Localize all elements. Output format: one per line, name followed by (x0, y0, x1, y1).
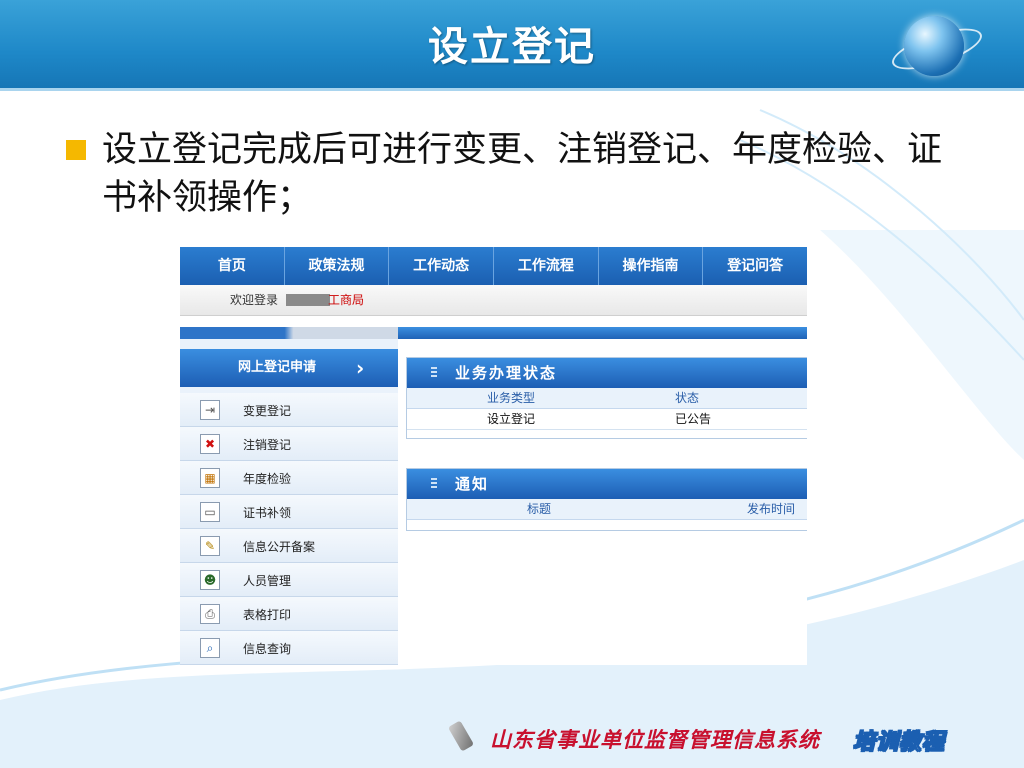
top-nav: 首页 政策法规 工作动态 工作流程 操作指南 登记问答 (180, 247, 807, 285)
sidebar-item-label: 表格打印 (243, 608, 292, 622)
sidebar: 网上登记申请 › ⇥ 变更登记 ✖ 注销登记 ▦ 年度检验 ▭ 证书补领 ✎ 信… (180, 327, 398, 665)
col-business-type: 业务类型 (487, 391, 536, 405)
table-row[interactable]: 设立登记 已公告 (407, 409, 807, 430)
sidebar-item-cancel[interactable]: ✖ 注销登记 (180, 427, 398, 461)
sidebar-item-query[interactable]: ⌕ 信息查询 (180, 631, 398, 665)
sidebar-item-label: 变更登记 (243, 404, 292, 418)
certificate-icon: ▭ (200, 502, 220, 522)
bullet-text: 设立登记完成后可进行变更、注销登记、年度检验、证书补领操作； (102, 130, 943, 218)
sidebar-item-change[interactable]: ⇥ 变更登记 (180, 393, 398, 427)
change-icon: ⇥ (200, 400, 220, 420)
welcome-org: 工商局 (328, 293, 365, 307)
grip-icon (431, 367, 437, 379)
sidebar-header[interactable]: 网上登记申请 › (180, 349, 398, 387)
notice-panel-header: 通知 (407, 469, 807, 499)
calendar-person-icon: ▦ (200, 468, 220, 488)
redacted-name (286, 294, 330, 306)
search-icon: ⌕ (200, 638, 220, 658)
col-title: 标题 (527, 502, 552, 516)
chevron-right-icon: › (356, 356, 365, 380)
welcome-bar: 欢迎登录 工商局 (180, 285, 807, 316)
nav-guide[interactable]: 操作指南 (599, 247, 704, 285)
sidebar-item-label: 信息查询 (243, 642, 292, 656)
grip-icon (431, 478, 437, 490)
status-panel-header: 业务办理状态 (407, 358, 807, 388)
status-panel-title: 业务办理状态 (455, 364, 558, 382)
welcome-label: 欢迎登录 (230, 293, 279, 307)
footer-system-name: 山东省事业单位监督管理信息系统 (490, 728, 820, 752)
col-publish-time: 发布时间 (747, 502, 796, 516)
sidebar-item-label: 人员管理 (243, 574, 292, 588)
title-bar: 设立登记 (0, 0, 1024, 91)
sidebar-item-label: 信息公开备案 (243, 540, 316, 554)
nav-faq[interactable]: 登记问答 (703, 247, 807, 285)
table-header: 标题 发布时间 (407, 499, 807, 520)
slide-title: 设立登记 (428, 24, 596, 70)
table-header: 业务类型 状态 (407, 388, 807, 409)
nav-home[interactable]: 首页 (180, 247, 285, 285)
sidebar-item-label: 证书补领 (243, 506, 292, 520)
nav-policies[interactable]: 政策法规 (285, 247, 390, 285)
users-icon: ☻ (200, 570, 220, 590)
sidebar-item-label: 年度检验 (243, 472, 292, 486)
sidebar-item-certificate[interactable]: ▭ 证书补领 (180, 495, 398, 529)
nav-news[interactable]: 工作动态 (389, 247, 495, 285)
footer-badge: 培训教程 (852, 730, 946, 756)
cell-business-type: 设立登记 (487, 412, 536, 426)
app-screenshot: 首页 政策法规 工作动态 工作流程 操作指南 登记问答 欢迎登录 工商局 网上登… (180, 247, 807, 665)
status-panel: 业务办理状态 业务类型 状态 设立登记 已公告 (406, 357, 807, 439)
col-status: 状态 (675, 391, 700, 405)
sidebar-item-disclosure[interactable]: ✎ 信息公开备案 (180, 529, 398, 563)
sidebar-item-label: 注销登记 (243, 438, 292, 452)
globe-icon (904, 16, 964, 76)
sidebar-item-print[interactable]: ⎙ 表格打印 (180, 597, 398, 631)
sidebar-item-personnel[interactable]: ☻ 人员管理 (180, 563, 398, 597)
cell-status: 已公告 (675, 412, 712, 426)
sidebar-item-annual-inspection[interactable]: ▦ 年度检验 (180, 461, 398, 495)
notice-panel: 通知 标题 发布时间 (406, 468, 807, 531)
sidebar-header-label: 网上登记申请 (238, 360, 317, 375)
cancel-icon: ✖ (200, 434, 220, 454)
bullet-square-icon (66, 140, 86, 160)
sidebar-top-strip (180, 327, 398, 339)
main-top-strip (398, 327, 807, 339)
nav-workflow[interactable]: 工作流程 (494, 247, 599, 285)
notice-panel-title: 通知 (455, 475, 490, 493)
edit-icon: ✎ (200, 536, 220, 556)
printer-icon: ⎙ (200, 604, 220, 624)
